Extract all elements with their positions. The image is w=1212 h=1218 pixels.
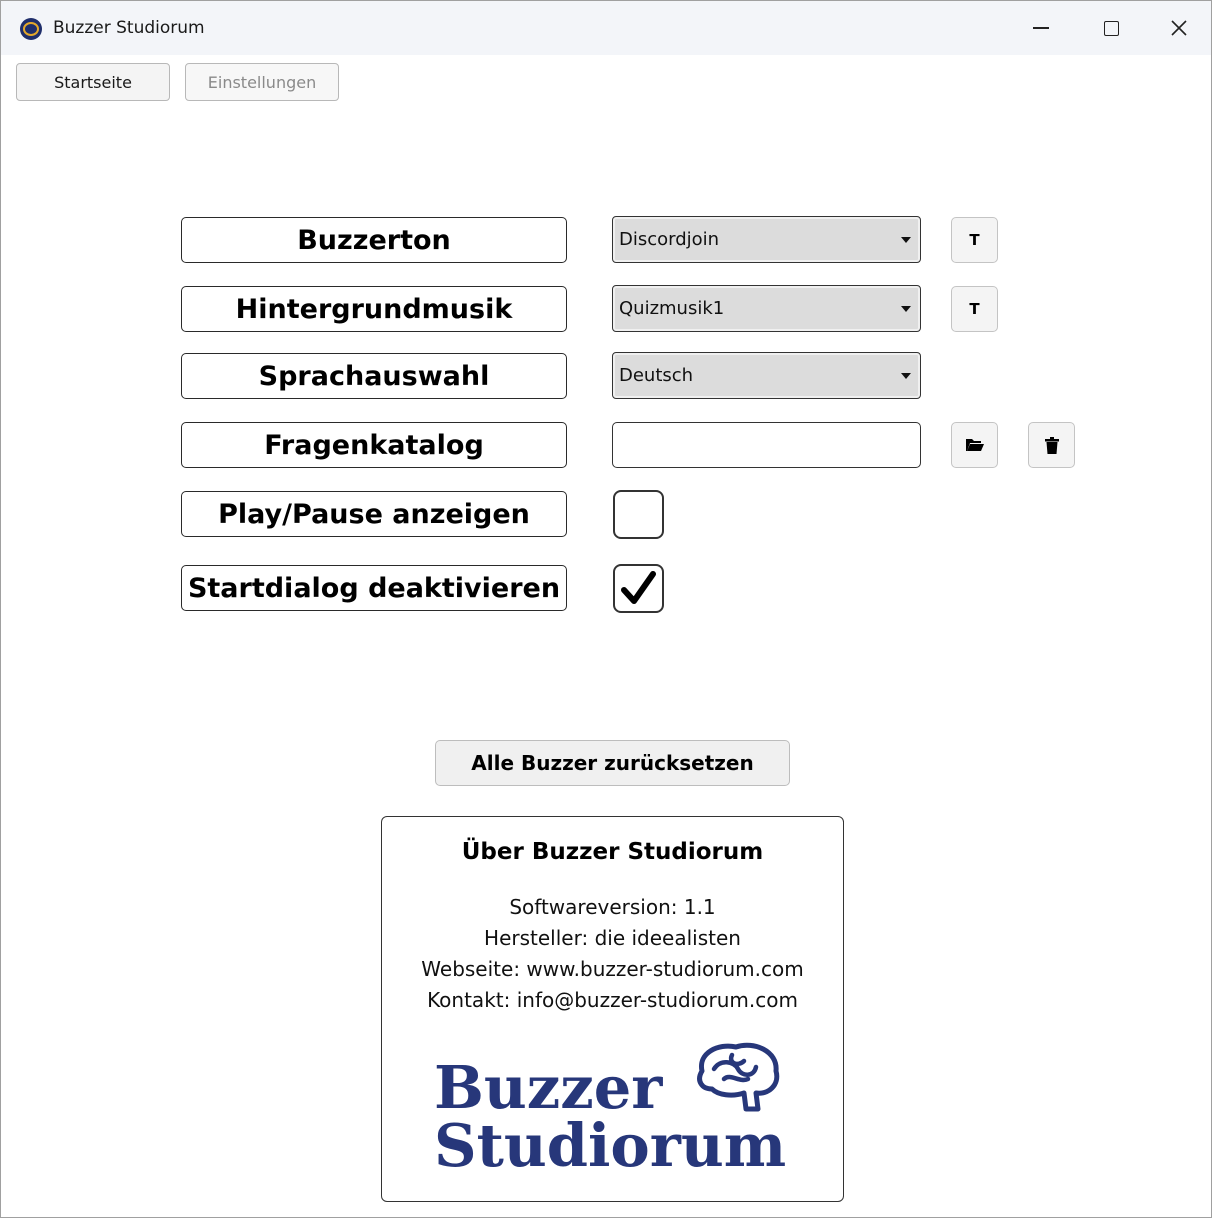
contact: Kontakt: info@buzzer-studiorum.com [427, 988, 798, 1012]
maximize-icon [1103, 20, 1119, 36]
language-value: Deutsch [619, 365, 694, 386]
folder-open-icon [965, 439, 984, 451]
logo-text-line1: Buzzer [434, 1053, 663, 1122]
dropdown-arrow-icon [901, 305, 911, 312]
about-title: Über Buzzer Studiorum [461, 839, 764, 865]
dropdown-arrow-icon [901, 372, 911, 379]
close-button[interactable] [1144, 1, 1212, 55]
title-bar: Buzzer Studiorum [1, 1, 1211, 55]
dropdown-arrow-icon [901, 236, 911, 243]
disable-start-dialog-label: Startdialog deaktivieren [181, 565, 567, 611]
app-window: Buzzer Studiorum Startseite Einstellunge… [0, 0, 1212, 1218]
close-icon [1171, 20, 1187, 36]
website: Webseite: www.buzzer-studiorum.com [421, 957, 804, 981]
window-title: Buzzer Studiorum [53, 18, 205, 38]
software-version: Softwareversion: 1.1 [509, 895, 716, 919]
app-logo-icon [20, 18, 42, 40]
settings-button[interactable]: Einstellungen [185, 63, 339, 101]
buzzer-tone-value: Discordjoin [619, 229, 720, 250]
question-catalog-field[interactable] [612, 422, 921, 468]
minimize-icon [1033, 27, 1049, 29]
logo-text-line2: Studiorum [434, 1111, 787, 1180]
buzzer-tone-test-button[interactable]: T [951, 217, 998, 263]
minimize-button[interactable] [1006, 1, 1076, 55]
open-catalog-button[interactable] [951, 422, 998, 468]
language-label: Sprachauswahl [181, 353, 567, 399]
show-play-pause-checkbox[interactable] [613, 490, 664, 539]
question-catalog-label: Fragenkatalog [181, 422, 567, 468]
buzzer-tone-select[interactable]: Discordjoin [612, 216, 921, 263]
buzzer-tone-label: Buzzerton [181, 217, 567, 263]
manufacturer: Hersteller: die ideealisten [484, 926, 741, 950]
background-music-label: Hintergrundmusik [181, 286, 567, 332]
background-music-select[interactable]: Quizmusik1 [612, 285, 921, 332]
reset-all-buzzers-button[interactable]: Alle Buzzer zurücksetzen [435, 740, 790, 786]
delete-catalog-button[interactable] [1028, 422, 1075, 468]
brain-icon [697, 1042, 780, 1112]
language-select[interactable]: Deutsch [612, 352, 921, 399]
checkmark-icon [621, 571, 656, 604]
show-play-pause-label: Play/Pause anzeigen [181, 491, 567, 537]
background-music-value: Quizmusik1 [619, 298, 725, 319]
maximize-button[interactable] [1076, 1, 1146, 55]
buzzer-studiorum-logo: Buzzer Studiorum [434, 1039, 794, 1179]
home-button[interactable]: Startseite [16, 63, 170, 101]
disable-start-dialog-checkbox[interactable] [613, 564, 664, 613]
about-panel: Über Buzzer Studiorum Softwareversion: 1… [381, 816, 844, 1202]
background-music-test-button[interactable]: T [951, 286, 998, 332]
trash-icon [1044, 436, 1059, 454]
